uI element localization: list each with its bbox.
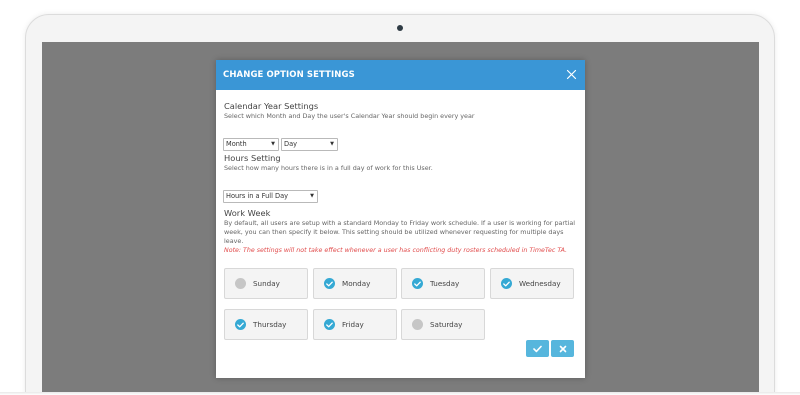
day-select[interactable]: Day ▼ [281,137,338,151]
confirm-button[interactable] [526,340,549,357]
caret-down-icon: ▼ [310,193,314,199]
calendar-year-title: Calendar Year Settings [224,101,319,111]
check-icon [533,345,542,352]
change-option-settings-modal: CHANGE OPTION SETTINGS Calendar Year Set… [216,60,585,378]
check-circle-icon [412,278,423,289]
hours-select[interactable]: Hours in a Full Day ▼ [223,189,318,203]
check-circle-icon [501,278,512,289]
modal-header: CHANGE OPTION SETTINGS [216,60,585,90]
cancel-button[interactable] [551,340,574,357]
day-label: Sunday [253,279,280,288]
day-label: Tuesday [430,279,460,288]
day-card-sunday[interactable]: Sunday [224,268,308,299]
work-week-note: Note: The settings will not take effect … [224,247,568,254]
day-card-monday[interactable]: Monday [313,268,397,299]
calendar-year-description: Select which Month and Day the user's Ca… [224,112,475,120]
month-select-value: Month [226,140,247,148]
unchecked-circle-icon [235,278,246,289]
day-label: Thursday [253,320,287,329]
check-circle-icon [324,319,335,330]
close-icon[interactable] [566,69,577,80]
work-week-title: Work Week [224,208,271,218]
work-week-description: By default, all users are setup with a s… [224,219,576,245]
day-select-value: Day [284,140,298,148]
modal-title: CHANGE OPTION SETTINGS [223,70,355,80]
camera-icon [397,25,403,31]
modal-body: Calendar Year Settings Select which Mont… [216,90,585,357]
month-select[interactable]: Month ▼ [223,137,279,151]
caret-down-icon: ▼ [271,141,275,147]
day-label: Friday [342,320,364,329]
day-label: Wednesday [519,279,561,288]
cross-icon [559,345,566,352]
check-circle-icon [235,319,246,330]
day-card-thursday[interactable]: Thursday [224,309,308,340]
day-label: Monday [342,279,371,288]
day-card-friday[interactable]: Friday [313,309,397,340]
unchecked-circle-icon [412,319,423,330]
day-card-tuesday[interactable]: Tuesday [401,268,485,299]
day-card-wednesday[interactable]: Wednesday [490,268,574,299]
hours-setting-title: Hours Setting [224,153,281,163]
caret-down-icon: ▼ [330,141,334,147]
day-label: Saturday [430,320,463,329]
hours-select-value: Hours in a Full Day [226,192,289,200]
check-circle-icon [324,278,335,289]
day-card-saturday[interactable]: Saturday [401,309,485,340]
hours-setting-description: Select how many hours there is in a full… [224,164,433,172]
